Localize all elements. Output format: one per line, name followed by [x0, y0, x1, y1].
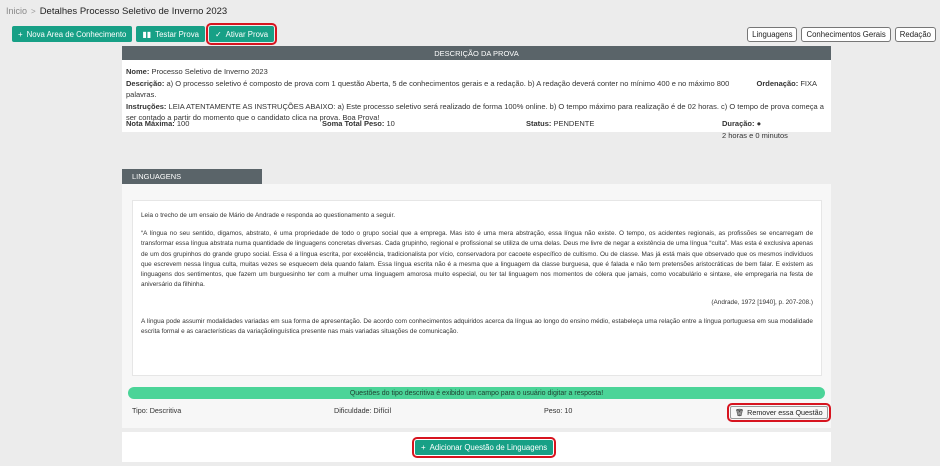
- add-question-panel: + Adicionar Questão de Linguagens: [122, 432, 831, 462]
- new-area-label: Nova Area de Conhecimento: [26, 29, 127, 39]
- question-intro: Leia o trecho de um ensaio de Mário de A…: [141, 212, 396, 219]
- tab-redacao[interactable]: Redação: [894, 27, 936, 42]
- toolbar: + Nova Area de Conhecimento ▮▮ Testar Pr…: [12, 23, 278, 45]
- desc-label: Descrição:: [126, 78, 165, 88]
- order-value: FIXA: [800, 78, 817, 88]
- activate-exam-label: Ativar Prova: [225, 29, 269, 39]
- question-difficulty: Dificuldade: Difícil: [334, 406, 392, 415]
- question-weight: Peso: 10: [544, 406, 573, 415]
- order-label: Ordenação:: [756, 78, 799, 88]
- status-value: PENDENTE: [553, 119, 595, 128]
- remove-question-button[interactable]: 🗑 Remover essa Questão: [727, 403, 831, 422]
- description-panel: Nome: Processo Seletivo de Inverno 2023 …: [122, 60, 831, 140]
- tab-conhecimentos-gerais[interactable]: Conhecimentos Gerais: [801, 27, 891, 42]
- name-label: Nome:: [126, 67, 150, 76]
- description-header: DESCRIÇÃO DA PROVA: [122, 46, 831, 60]
- sum-label: Soma Total Peso:: [322, 119, 385, 128]
- breadcrumb: Inicio > Detalhes Processo Seletivo de I…: [6, 4, 227, 18]
- activate-exam-button[interactable]: ✓ Ativar Prova: [205, 23, 278, 45]
- breadcrumb-home-link[interactable]: Inicio: [6, 6, 27, 16]
- add-question-button[interactable]: + Adicionar Questão de Linguagens: [411, 437, 557, 458]
- description-row: Descrição: a) O processo seletivo é comp…: [126, 78, 827, 101]
- desc-value: a) O processo seletivo é composto de pro…: [126, 78, 730, 100]
- question-citation: (Andrade, 1972 [1940], p. 207-208.): [711, 299, 813, 307]
- section-panel: Leia o trecho de um ensaio de Mário de A…: [122, 184, 831, 428]
- remove-question-label: Remover essa Questão: [747, 408, 823, 417]
- trash-icon: 🗑: [735, 408, 745, 417]
- add-question-label: Adicionar Questão de Linguagens: [429, 443, 548, 452]
- test-exam-label: Testar Prova: [155, 29, 199, 39]
- name-row: Nome: Processo Seletivo de Inverno 2023: [126, 66, 827, 78]
- max-label: Nota Máxima:: [126, 119, 175, 128]
- question-type: Tipo: Descritiva: [132, 406, 182, 415]
- stats-row: Nota Máxima: 100 Soma Total Peso: 10 Sta…: [126, 118, 827, 141]
- instr-label: Instruções:: [126, 101, 167, 111]
- book-icon: ▮▮: [142, 29, 152, 39]
- new-area-button[interactable]: + Nova Area de Conhecimento: [12, 26, 133, 42]
- breadcrumb-separator: >: [31, 6, 36, 16]
- tab-linguagens[interactable]: Linguagens: [747, 27, 798, 42]
- plus-icon: +: [421, 443, 426, 452]
- test-exam-button[interactable]: ▮▮ Testar Prova: [136, 26, 205, 42]
- section-title: LINGUAGENS: [122, 169, 262, 184]
- sum-value: 10: [386, 119, 395, 128]
- duration-label: Duração:: [722, 119, 755, 128]
- max-value: 100: [176, 119, 190, 128]
- plus-icon: +: [18, 29, 23, 39]
- name-value: Processo Seletivo de Inverno 2023: [151, 67, 268, 76]
- question-quote: “A língua no seu sentido, digamos, abstr…: [141, 230, 813, 289]
- question-text: A língua pode assumir modalidades variad…: [141, 317, 813, 335]
- duration-value: 2 horas e 0 minutos: [722, 130, 788, 140]
- check-icon: ✓: [214, 29, 222, 39]
- page-title: Detalhes Processo Seletivo de Inverno 20…: [39, 5, 228, 17]
- question-box: Leia o trecho de um ensaio de Mário de A…: [132, 200, 822, 376]
- clock-icon: ●: [756, 119, 762, 128]
- question-type-note: Questões do tipo descritiva é exibido um…: [128, 387, 825, 399]
- section-tabs: Linguagens Conhecimentos Gerais Redação: [747, 27, 936, 42]
- status-label: Status:: [526, 119, 552, 128]
